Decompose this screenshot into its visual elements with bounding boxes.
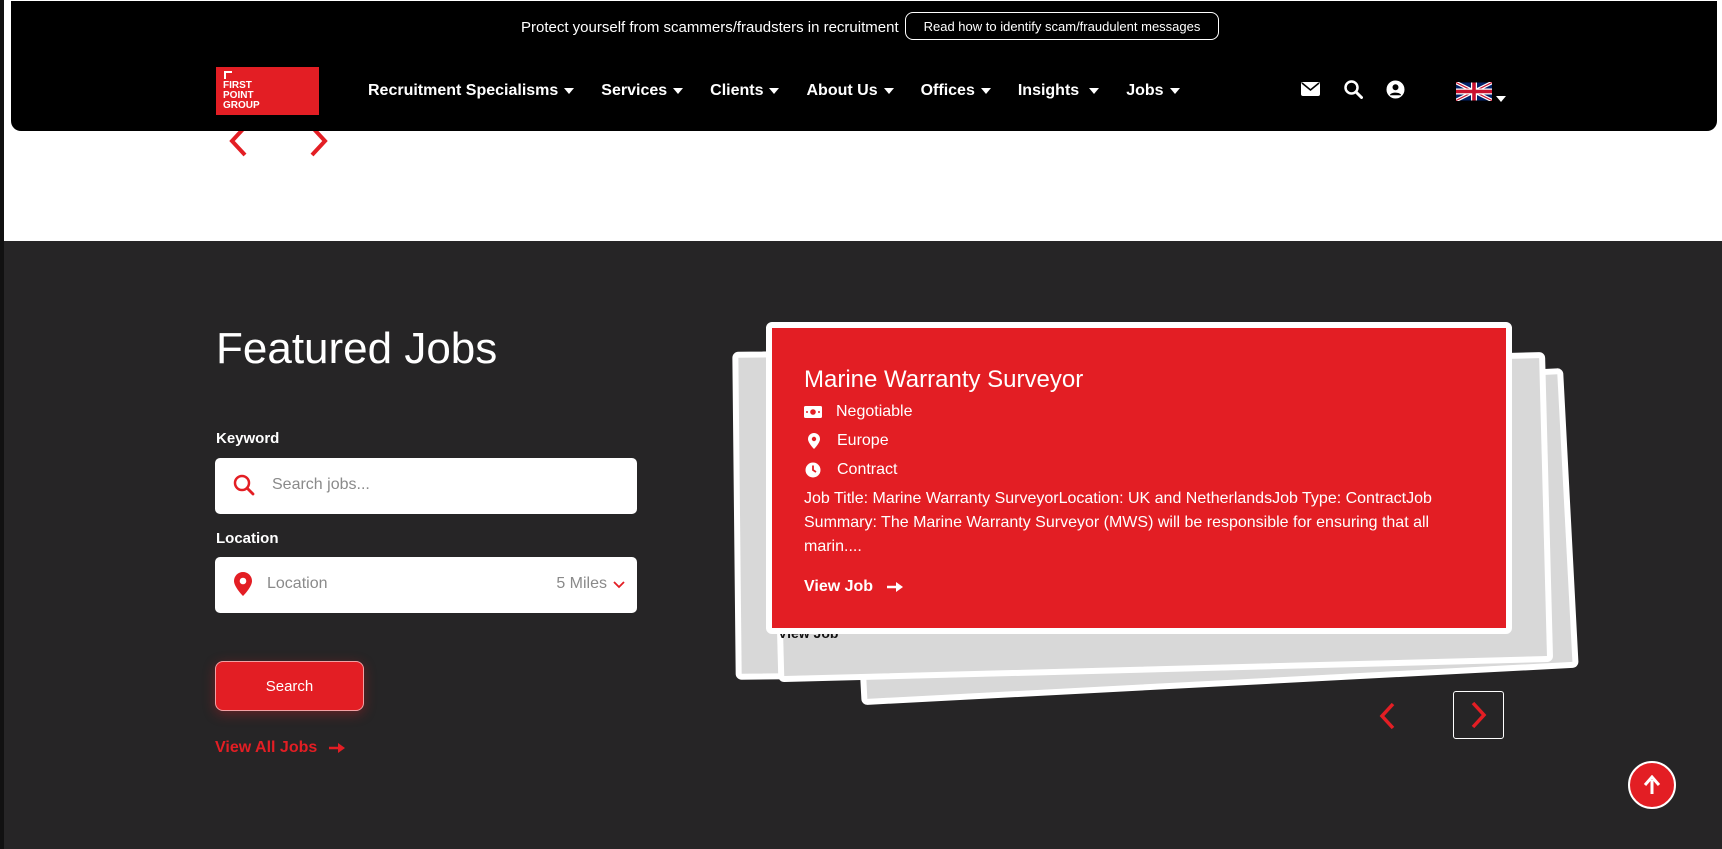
map-pin-icon bbox=[808, 433, 820, 449]
caret-down-icon bbox=[564, 88, 575, 94]
job-type-text: Contract bbox=[837, 461, 898, 478]
caret-down-icon bbox=[1089, 88, 1100, 94]
keyword-input[interactable]: Search jobs... bbox=[272, 476, 370, 494]
nav-label: Offices bbox=[920, 82, 975, 99]
job-description: Job Title: Marine Warranty SurveyorLocat… bbox=[804, 490, 1432, 555]
nav-clients[interactable]: Clients bbox=[710, 82, 780, 100]
view-job-label: View Job bbox=[804, 578, 874, 595]
caret-down-icon bbox=[673, 88, 684, 94]
nav-insights[interactable]: Insights bbox=[1017, 82, 1100, 100]
job-card[interactable]: Marine Warranty Surveyor Negotiable Euro… bbox=[766, 322, 1512, 634]
chevron-left-icon bbox=[1379, 702, 1395, 730]
job-location: Europe bbox=[804, 432, 889, 450]
location-label: Location bbox=[216, 530, 279, 547]
arrow-right-icon bbox=[329, 743, 346, 753]
job-type: Contract bbox=[804, 461, 897, 479]
keyword-field[interactable]: Search jobs... bbox=[215, 458, 637, 514]
caret-down-icon bbox=[883, 88, 894, 94]
nav-label: Clients bbox=[710, 82, 764, 99]
page: Protect yourself from scammers/fraudster… bbox=[0, 0, 1722, 849]
logo-text: FIRST POINT GROUP bbox=[223, 80, 260, 111]
view-job-link[interactable]: View Job bbox=[804, 578, 904, 596]
chevron-right-icon bbox=[1471, 701, 1486, 729]
user-icon[interactable] bbox=[1386, 80, 1405, 104]
search-button[interactable]: Search bbox=[215, 661, 364, 711]
nav-label: Services bbox=[601, 82, 668, 99]
featured-jobs-title: Featured Jobs bbox=[216, 324, 498, 373]
location-input[interactable]: Location bbox=[267, 575, 328, 593]
scam-notice-bar: Protect yourself from scammers/fraudster… bbox=[11, 1, 1717, 53]
clock-icon bbox=[805, 462, 821, 478]
radius-select[interactable]: 5 Miles bbox=[556, 575, 607, 593]
carousel-prev-button[interactable] bbox=[1370, 696, 1404, 736]
arrow-right-icon bbox=[887, 582, 904, 592]
caret-down-icon bbox=[769, 88, 780, 94]
caret-down-icon bbox=[1169, 88, 1180, 94]
nav-recruitment-specialisms[interactable]: Recruitment Specialisms bbox=[368, 82, 575, 100]
scam-info-button[interactable]: Read how to identify scam/fraudulent mes… bbox=[905, 12, 1219, 40]
uk-flag-icon[interactable] bbox=[1456, 82, 1492, 101]
job-salary: Negotiable bbox=[804, 403, 913, 421]
main-nav: Recruitment Specialisms Services Clients… bbox=[368, 79, 1207, 103]
search-icon bbox=[233, 474, 255, 501]
nav-jobs[interactable]: Jobs bbox=[1126, 82, 1180, 100]
salary-text: Negotiable bbox=[836, 403, 913, 420]
site-logo[interactable]: FIRST POINT GROUP bbox=[216, 67, 319, 115]
money-icon bbox=[804, 406, 822, 418]
nav-services[interactable]: Services bbox=[601, 82, 684, 100]
keyword-label: Keyword bbox=[216, 430, 280, 447]
search-icon[interactable] bbox=[1344, 80, 1363, 104]
nav-about-us[interactable]: About Us bbox=[806, 82, 894, 100]
nav-label: Recruitment Specialisms bbox=[368, 82, 559, 99]
nav-label: About Us bbox=[806, 82, 878, 99]
view-all-label: View All Jobs bbox=[215, 739, 318, 756]
caret-down-icon bbox=[980, 88, 991, 94]
carousel-next-button[interactable] bbox=[1453, 691, 1504, 739]
location-text: Europe bbox=[837, 432, 889, 449]
logo-mark-icon bbox=[224, 71, 232, 79]
job-title: Marine Warranty Surveyor bbox=[804, 366, 1084, 393]
page-left-edge bbox=[0, 0, 4, 849]
envelope-icon[interactable] bbox=[1301, 81, 1320, 102]
scam-notice-text: Protect yourself from scammers/fraudster… bbox=[521, 19, 899, 36]
map-pin-icon bbox=[234, 572, 252, 601]
nav-offices[interactable]: Offices bbox=[921, 82, 991, 100]
view-all-jobs-link[interactable]: View All Jobs bbox=[215, 739, 346, 757]
location-field[interactable]: Location 5 Miles bbox=[215, 557, 637, 613]
chevron-down-icon[interactable] bbox=[613, 577, 625, 595]
arrow-up-icon bbox=[1643, 775, 1661, 794]
site-header: Protect yourself from scammers/fraudster… bbox=[11, 1, 1717, 131]
nav-label: Jobs bbox=[1126, 82, 1164, 99]
back-to-top-button[interactable] bbox=[1628, 761, 1676, 809]
nav-label: Insights bbox=[1017, 82, 1080, 99]
language-caret-down-icon[interactable] bbox=[1496, 89, 1506, 107]
